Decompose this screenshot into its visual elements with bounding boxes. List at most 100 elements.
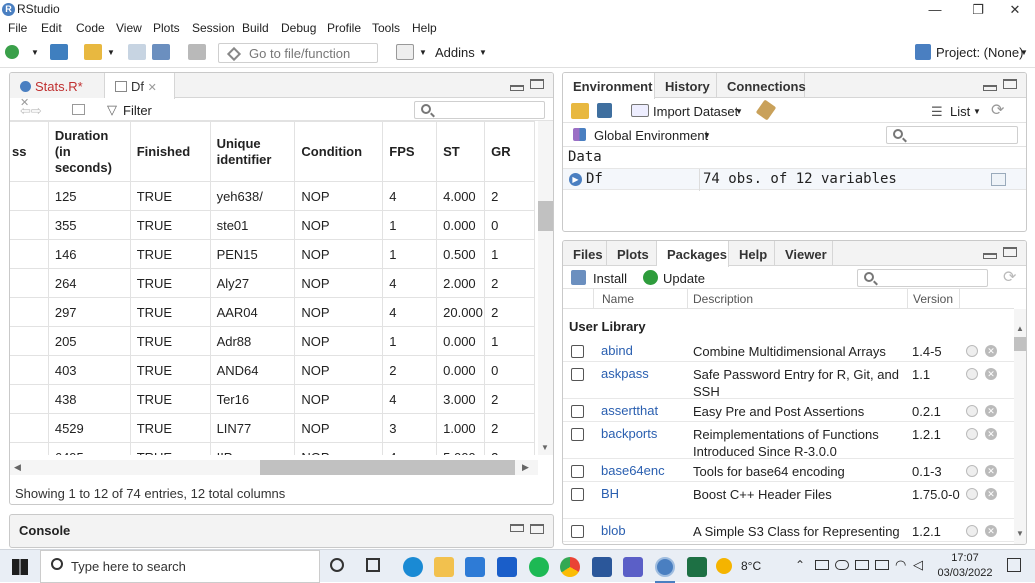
remove-package-icon[interactable]: ✕ bbox=[985, 345, 997, 357]
minimize-pane-icon[interactable] bbox=[983, 253, 997, 259]
package-name-link[interactable]: askpass bbox=[601, 366, 649, 381]
tab-connections[interactable]: Connections bbox=[717, 73, 806, 98]
menu-view[interactable]: View bbox=[116, 21, 142, 35]
chevron-down-icon[interactable]: ▼ bbox=[703, 131, 711, 140]
install-icon[interactable] bbox=[571, 270, 586, 285]
globe-icon[interactable] bbox=[966, 368, 978, 380]
scroll-thumb[interactable] bbox=[538, 201, 553, 231]
col-header-description[interactable]: Description bbox=[693, 292, 753, 306]
spotify-icon[interactable] bbox=[529, 557, 549, 577]
scroll-down-icon[interactable]: ▼ bbox=[1016, 529, 1024, 538]
package-checkbox[interactable] bbox=[571, 405, 584, 418]
edge-icon[interactable] bbox=[403, 557, 423, 577]
update-icon[interactable] bbox=[643, 270, 658, 285]
menu-profile[interactable]: Profile bbox=[327, 21, 361, 35]
close-button[interactable]: ✕ bbox=[995, 0, 1035, 19]
restore-button[interactable]: ❐ bbox=[958, 0, 998, 19]
notifications-icon[interactable] bbox=[1007, 558, 1021, 572]
install-button[interactable]: Install bbox=[593, 271, 627, 286]
filter-button[interactable]: Filter bbox=[123, 103, 152, 118]
package-checkbox[interactable] bbox=[571, 525, 584, 538]
cortana-icon[interactable] bbox=[330, 558, 344, 572]
menu-session[interactable]: Session bbox=[192, 21, 235, 35]
taskbar-date[interactable]: 03/03/2022 bbox=[935, 567, 995, 579]
scroll-thumb[interactable] bbox=[1014, 337, 1026, 351]
keyboard-icon[interactable] bbox=[875, 560, 889, 570]
chevron-down-icon[interactable]: ▼ bbox=[419, 48, 427, 57]
globe-icon[interactable] bbox=[966, 488, 978, 500]
remove-package-icon[interactable]: ✕ bbox=[985, 465, 997, 477]
mail-icon[interactable] bbox=[465, 557, 485, 577]
wifi-icon[interactable]: ◠ bbox=[895, 557, 906, 573]
save-icon[interactable] bbox=[597, 103, 612, 118]
windows-start-icon[interactable] bbox=[12, 559, 28, 575]
col-header-version[interactable]: Version bbox=[913, 292, 953, 306]
col-header-fps[interactable]: FPS bbox=[382, 121, 438, 182]
packages-search-input[interactable] bbox=[857, 269, 988, 287]
package-checkbox[interactable] bbox=[571, 428, 584, 441]
globe-icon[interactable] bbox=[966, 428, 978, 440]
minimize-pane-icon[interactable] bbox=[983, 85, 997, 91]
menu-tools[interactable]: Tools bbox=[372, 21, 400, 35]
dropbox-icon[interactable] bbox=[497, 557, 517, 577]
remove-package-icon[interactable]: ✕ bbox=[985, 525, 997, 537]
tray-chevron-icon[interactable]: ⌃ bbox=[795, 558, 805, 572]
print-icon[interactable] bbox=[188, 44, 206, 60]
horizontal-scrollbar[interactable]: ◀ ▶ bbox=[10, 460, 538, 475]
col-header-gr[interactable]: GR bbox=[484, 121, 535, 182]
remove-package-icon[interactable]: ✕ bbox=[985, 405, 997, 417]
onedrive-icon[interactable] bbox=[815, 560, 829, 570]
package-checkbox[interactable] bbox=[571, 465, 584, 478]
remove-package-icon[interactable]: ✕ bbox=[985, 428, 997, 440]
list-view-dropdown[interactable]: List bbox=[950, 104, 970, 119]
new-file-icon[interactable] bbox=[5, 45, 19, 59]
package-name-link[interactable]: BH bbox=[601, 486, 619, 501]
tab-help[interactable]: Help bbox=[729, 241, 775, 266]
battery-icon[interactable] bbox=[855, 560, 869, 570]
chevron-down-icon[interactable]: ▼ bbox=[1020, 48, 1028, 57]
tab-files[interactable]: Files bbox=[563, 241, 607, 266]
tab-environment[interactable]: Environment bbox=[563, 73, 655, 99]
globe-icon[interactable] bbox=[966, 465, 978, 477]
maximize-pane-icon[interactable] bbox=[530, 524, 544, 534]
package-name-link[interactable]: abind bbox=[601, 343, 633, 358]
popout-icon[interactable] bbox=[72, 104, 85, 115]
remove-package-icon[interactable]: ✕ bbox=[985, 488, 997, 500]
minimize-pane-icon[interactable] bbox=[510, 85, 524, 91]
vertical-scrollbar[interactable]: ▼ bbox=[538, 121, 553, 455]
maximize-pane-icon[interactable] bbox=[1003, 247, 1017, 257]
taskbar-search-box[interactable]: Type here to search bbox=[40, 550, 320, 583]
tab-stats-r[interactable]: Stats.R* ✕ bbox=[10, 73, 105, 109]
tab-history[interactable]: History bbox=[655, 73, 717, 98]
package-name-link[interactable]: assertthat bbox=[601, 403, 658, 418]
menu-build[interactable]: Build bbox=[242, 21, 269, 35]
tab-df[interactable]: Df ✕ bbox=[105, 73, 175, 99]
tab-packages[interactable]: Packages bbox=[657, 241, 729, 267]
rstudio-taskbar-icon[interactable] bbox=[655, 557, 675, 577]
back-arrow-icon[interactable]: ⇦⇨ bbox=[20, 103, 42, 119]
view-table-icon[interactable] bbox=[991, 173, 1006, 186]
volume-icon[interactable]: ◁ bbox=[913, 557, 923, 573]
global-environment-dropdown[interactable]: Global Environment bbox=[594, 128, 708, 143]
chevron-down-icon[interactable]: ▼ bbox=[107, 48, 115, 57]
col-header-ss[interactable]: ss bbox=[10, 121, 49, 182]
open-folder-icon[interactable] bbox=[571, 103, 589, 119]
project-menu[interactable]: Project: (None) bbox=[936, 45, 1023, 60]
package-checkbox[interactable] bbox=[571, 345, 584, 358]
excel-icon[interactable] bbox=[687, 557, 707, 577]
chevron-down-icon[interactable]: ▼ bbox=[479, 48, 487, 57]
word-icon[interactable] bbox=[592, 557, 612, 577]
task-view-icon[interactable] bbox=[366, 558, 380, 572]
scroll-left-icon[interactable]: ◀ bbox=[14, 462, 21, 473]
col-header-name[interactable]: Name bbox=[602, 292, 634, 306]
env-search-input[interactable] bbox=[886, 126, 1018, 144]
close-tab-icon[interactable]: ✕ bbox=[148, 82, 157, 94]
chrome-icon[interactable] bbox=[560, 557, 580, 577]
col-header-unique-identifier[interactable]: Unique identifier bbox=[209, 121, 296, 182]
col-header-duration[interactable]: Duration (in seconds) bbox=[47, 121, 131, 182]
chevron-down-icon[interactable]: ▼ bbox=[973, 107, 981, 116]
chevron-down-icon[interactable]: ▼ bbox=[31, 48, 39, 57]
refresh-icon[interactable]: ⟳ bbox=[1003, 267, 1016, 287]
menu-file[interactable]: File bbox=[8, 21, 27, 35]
menu-edit[interactable]: Edit bbox=[41, 21, 62, 35]
